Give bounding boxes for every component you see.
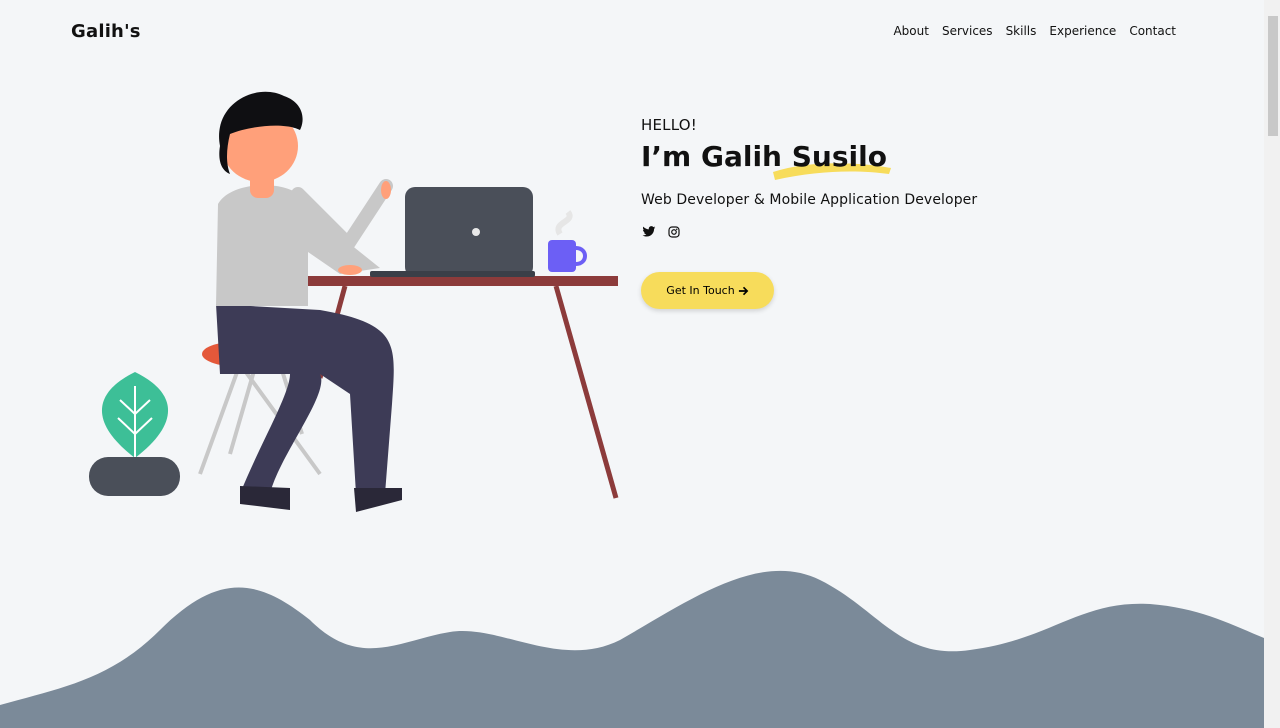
nav-link-services[interactable]: Services (942, 24, 993, 38)
desk-illustration (288, 276, 619, 499)
instagram-icon[interactable] (666, 224, 682, 240)
nav-link-skills[interactable]: Skills (1006, 24, 1037, 38)
headline-prefix: I’m Galih (641, 140, 792, 173)
get-in-touch-button[interactable]: Get In Touch (641, 272, 774, 309)
scrollbar-thumb[interactable] (1268, 16, 1278, 136)
arrow-right-icon (738, 286, 749, 295)
laptop-illustration (370, 187, 535, 277)
nav-menu: About Services Skills Experience Contact (893, 24, 1176, 38)
twitter-icon[interactable] (641, 224, 657, 240)
headline-highlight: Susilo (791, 140, 887, 173)
plant-illustration (89, 372, 180, 496)
person-illustration (216, 91, 402, 512)
top-navbar: Galih's About Services Skills Experience… (0, 0, 1264, 64)
nav-link-experience[interactable]: Experience (1049, 24, 1116, 38)
cta-label: Get In Touch (666, 284, 735, 297)
hero-illustration (89, 91, 619, 512)
page-scrollbar[interactable] (1264, 0, 1280, 728)
brand-logo[interactable]: Galih's (71, 21, 141, 42)
hero-headline: I’m Galih Susilo (641, 140, 1041, 180)
wave-divider (0, 570, 1264, 728)
hero-section: HELLO! I’m Galih Susilo Web Developer & … (641, 116, 1041, 309)
nav-link-contact[interactable]: Contact (1129, 24, 1176, 38)
mug-illustration (548, 210, 587, 272)
nav-link-about[interactable]: About (893, 24, 928, 38)
hero-greeting: HELLO! (641, 116, 697, 134)
hero-role: Web Developer & Mobile Application Devel… (641, 192, 978, 208)
social-links (641, 224, 1041, 240)
